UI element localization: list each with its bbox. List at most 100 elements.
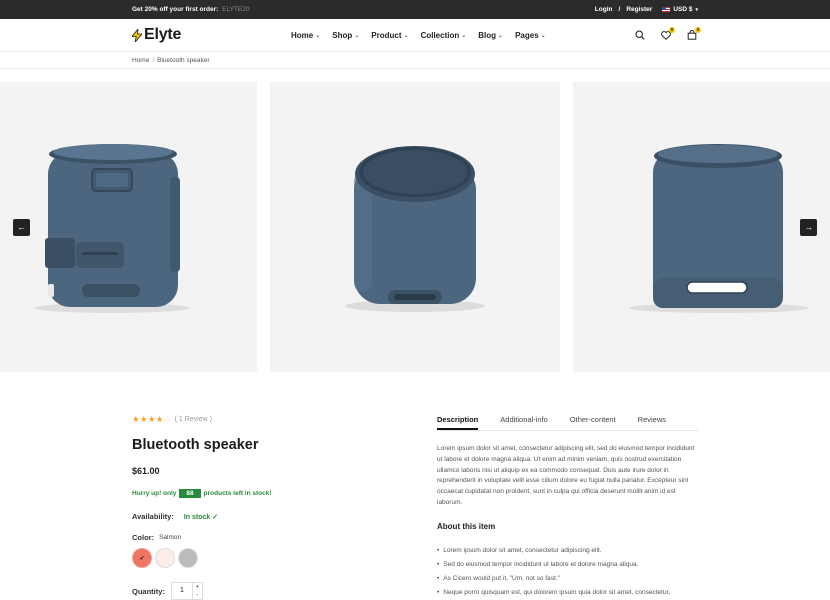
availability-label: Availability: <box>132 512 174 521</box>
product-image-side[interactable] <box>0 82 257 372</box>
check-icon: ✔ <box>139 555 145 562</box>
product-tabs: Description Additional-info Other-conten… <box>437 415 698 431</box>
review-count[interactable]: ( 1 Review ) <box>175 416 212 423</box>
speaker-side-image <box>34 144 190 313</box>
star-icon: ★ <box>155 414 164 424</box>
breadcrumb-separator: / <box>152 57 155 64</box>
list-item: Lorem ipsum dolor sit amet, consectetur … <box>437 546 702 560</box>
currency-label: USD $ <box>673 6 693 13</box>
login-link[interactable]: Login <box>595 6 613 13</box>
star-icon: ★ <box>139 414 148 424</box>
nav-item-home[interactable]: Home ⌄ <box>291 31 320 40</box>
swatch-salmon[interactable]: ✔ <box>132 548 152 568</box>
tab-description[interactable]: Description <box>437 415 479 430</box>
wishlist-button[interactable]: 0 <box>660 27 675 41</box>
quantity-buttons: + - <box>191 583 202 599</box>
chevron-down-icon: ⌄ <box>461 33 467 39</box>
about-item-list: Lorem ipsum dolor sit amet, consectetur … <box>437 546 702 600</box>
breadcrumb-current: Bluetooth speaker <box>157 57 210 64</box>
stock-urgency: Hurry up! only 88 products left in stock… <box>132 489 272 498</box>
product-image-front[interactable] <box>270 82 560 372</box>
quantity-input[interactable]: 1 <box>172 583 192 599</box>
tab-additional-info[interactable]: Additional-info <box>500 415 548 430</box>
nav-label: Blog <box>478 31 497 40</box>
speaker-back-image <box>629 144 809 313</box>
availability-status: In stock ✓ <box>184 513 218 521</box>
account-currency: Login / Register USD $ ▾ <box>595 6 698 13</box>
nav-item-blog[interactable]: Blog ⌄ <box>478 31 503 40</box>
logo-text: Elyte <box>144 26 182 43</box>
product-image-back[interactable] <box>573 82 830 372</box>
about-item-heading: About this item <box>437 522 496 531</box>
tab-other-content[interactable]: Other-content <box>570 415 616 430</box>
arrow-left-icon: ← <box>17 222 26 232</box>
rating-stars: ★★★★☆ <box>132 414 172 425</box>
breadcrumb: Home / Bluetooth speaker <box>0 52 830 69</box>
header-icons: 0 0 <box>634 27 701 41</box>
site-header: Elyte Home ⌄ Shop ⌄ Product ⌄ Collection ⌄ B… <box>0 19 830 52</box>
product-price: $61.00 <box>132 466 160 476</box>
nav-label: Home <box>291 31 314 40</box>
star-outline-icon: ☆ <box>163 414 172 424</box>
product-gallery: ← → <box>0 82 830 372</box>
main-nav: Home ⌄ Shop ⌄ Product ⌄ Collection ⌄ Blog ⌄ P… <box>291 31 546 40</box>
list-item: Neque porro quisquam est, qui dolorem ip… <box>437 588 702 600</box>
breadcrumb-home[interactable]: Home <box>132 57 149 64</box>
wishlist-count-badge: 0 <box>669 27 675 33</box>
logo[interactable]: Elyte <box>131 26 182 44</box>
tab-reviews[interactable]: Reviews <box>638 415 666 430</box>
color-swatches: ✔ <box>132 548 198 568</box>
cart-count-badge: 0 <box>695 27 701 33</box>
quantity-label: Quantity: <box>132 586 165 596</box>
nav-label: Collection <box>420 31 460 40</box>
product-rating: ★★★★☆ ( 1 Review ) <box>132 414 212 425</box>
decrement-button[interactable]: - <box>193 591 202 599</box>
product-title: Bluetooth speaker <box>132 437 259 453</box>
promo-code: ELYTE20 <box>222 6 250 13</box>
register-link[interactable]: Register <box>626 6 652 13</box>
chevron-down-icon: ⌄ <box>403 33 409 39</box>
list-item: Sed do eiusmod tempor incididunt ut labo… <box>437 560 702 574</box>
us-flag-icon <box>662 7 671 12</box>
star-icon: ★ <box>132 414 140 424</box>
lightning-logo-icon <box>131 27 143 44</box>
availability-value: In stock <box>183 513 211 521</box>
increment-button[interactable]: + <box>193 583 202 591</box>
cart-button[interactable]: 0 <box>686 27 701 41</box>
nav-item-collection[interactable]: Collection ⌄ <box>421 31 467 40</box>
chevron-down-icon: ▾ <box>695 6 698 13</box>
promo-text: Get 20% off your first order: ELYTE20 <box>132 6 249 13</box>
swatch-gray[interactable] <box>178 548 198 568</box>
search-icon[interactable] <box>634 29 646 41</box>
quantity-stepper[interactable]: 1 + - <box>170 582 203 600</box>
chevron-down-icon: ⌄ <box>498 33 504 39</box>
currency-select[interactable]: USD $ ▾ <box>662 6 698 13</box>
check-icon: ✓ <box>212 513 219 521</box>
nav-label: Pages <box>515 31 539 40</box>
stock-urgency-prefix: Hurry up! only <box>132 490 177 497</box>
stock-count-badge: 88 <box>179 489 201 498</box>
chevron-down-icon: ⌄ <box>354 33 360 39</box>
color-label: Color: <box>132 533 155 542</box>
selected-color-name: Salmon <box>159 534 182 541</box>
chevron-down-icon: ⌄ <box>540 33 546 39</box>
list-item: As Cicero would put it, "Um, not so fast… <box>437 574 702 588</box>
swatch-cream[interactable] <box>155 548 175 568</box>
speaker-front-image <box>345 146 485 312</box>
gallery-next-button[interactable]: → <box>800 219 817 236</box>
star-icon: ★ <box>147 414 156 424</box>
nav-label: Shop <box>332 31 353 40</box>
nav-item-shop[interactable]: Shop ⌄ <box>332 31 359 40</box>
color-option: Color: Salmon <box>132 533 181 542</box>
nav-label: Product <box>371 31 402 40</box>
stock-urgency-suffix: products left in stock! <box>203 490 272 497</box>
quantity-row: Quantity: 1 + - <box>132 582 203 600</box>
description-text: Lorem ipsum dolor sit amet, consectetur … <box>437 445 695 506</box>
arrow-right-icon: → <box>804 222 813 232</box>
promo-label: Get 20% off your first order: <box>132 6 219 13</box>
availability: Availability: In stock ✓ <box>132 512 218 521</box>
nav-item-product[interactable]: Product ⌄ <box>371 31 408 40</box>
chevron-down-icon: ⌄ <box>315 33 321 39</box>
nav-item-pages[interactable]: Pages ⌄ <box>515 31 546 40</box>
gallery-prev-button[interactable]: ← <box>13 219 30 236</box>
